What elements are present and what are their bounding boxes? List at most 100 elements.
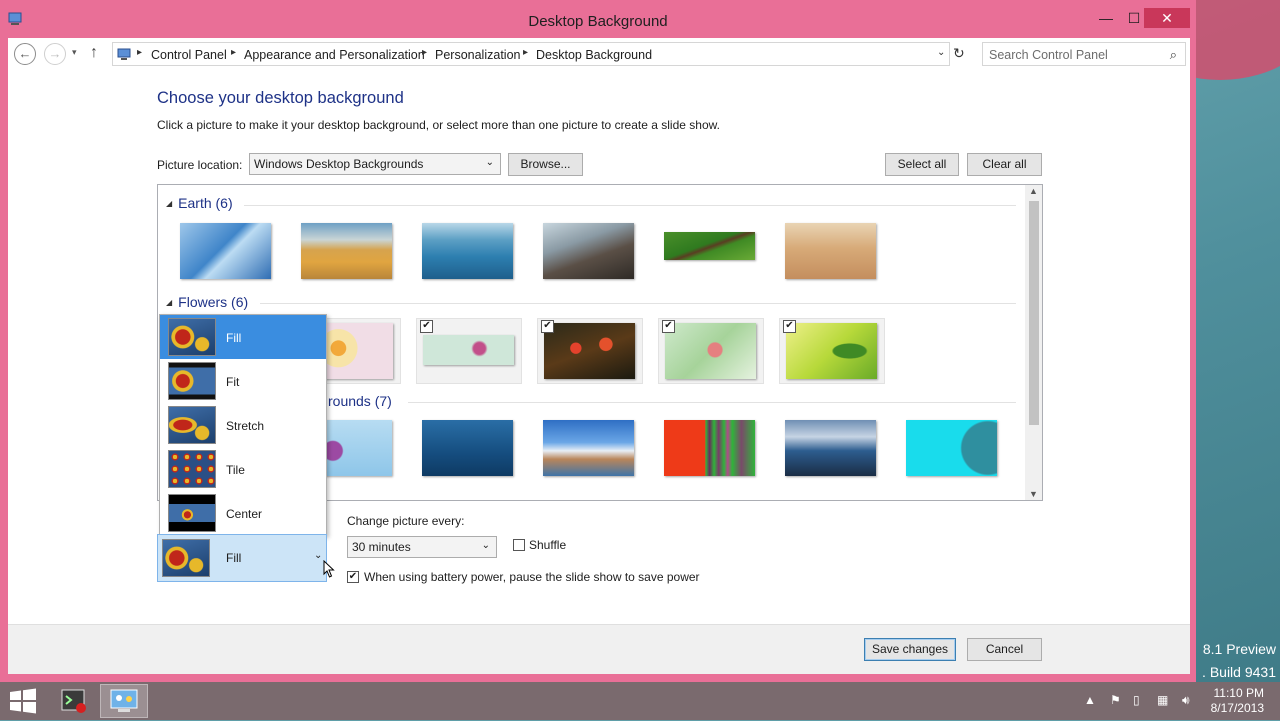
position-option-tile[interactable]: Tile bbox=[160, 447, 326, 491]
wallpaper-thumbnail[interactable] bbox=[416, 219, 522, 285]
page-description: Click a picture to make it your desktop … bbox=[157, 118, 720, 132]
picture-location-dropdown[interactable]: Windows Desktop Backgrounds ⌄ bbox=[249, 153, 501, 175]
minimize-button[interactable]: — bbox=[1092, 8, 1120, 28]
windows-start-icon[interactable] bbox=[8, 688, 38, 714]
breadcrumb-separator-icon: ▸ bbox=[137, 47, 143, 58]
search-placeholder[interactable]: Search Control Panel bbox=[989, 48, 1108, 62]
checkbox-checked[interactable]: ✔ bbox=[662, 320, 675, 333]
breadcrumb-appearance[interactable]: Appearance and Personalization bbox=[244, 48, 425, 62]
close-button[interactable]: ✕ bbox=[1144, 8, 1190, 28]
group-header-flowers[interactable]: ◢ Flowers (6) bbox=[166, 294, 248, 310]
title-bar[interactable]: Desktop Background — ☐ ✕ bbox=[0, 0, 1196, 38]
volume-icon[interactable]: 🔊︎ bbox=[1182, 693, 1190, 708]
position-option-fit[interactable]: Fit bbox=[160, 359, 326, 403]
wallpaper-image-ice bbox=[180, 223, 271, 279]
clock-time: 11:10 PM bbox=[1213, 686, 1264, 700]
select-all-button[interactable]: Select all bbox=[885, 153, 959, 176]
recent-locations-chevron-icon[interactable]: ▾ bbox=[72, 47, 77, 58]
wallpaper-image-rocks bbox=[543, 223, 634, 279]
wallpaper-thumbnail-selected[interactable]: ✔ bbox=[658, 318, 764, 384]
wallpaper-thumbnail[interactable] bbox=[537, 416, 643, 482]
collapse-triangle-icon[interactable]: ◢ bbox=[166, 199, 172, 208]
group-header-backgrounds[interactable]: rounds (7) bbox=[328, 393, 392, 409]
address-bar[interactable]: ▸ Control Panel ▸ Appearance and Persona… bbox=[112, 42, 950, 66]
shuffle-label[interactable]: Shuffle bbox=[529, 538, 566, 552]
build-watermark-line2: . Build 9431 bbox=[1202, 664, 1276, 680]
action-center-flag-icon[interactable]: ⚑ bbox=[1110, 693, 1121, 707]
wallpaper-thumbnail[interactable] bbox=[658, 219, 764, 285]
wallpaper-image-dunes bbox=[785, 223, 876, 279]
wallpaper-image-matches bbox=[664, 420, 755, 476]
search-box[interactable]: Search Control Panel ⌕ bbox=[982, 42, 1186, 66]
checkbox-checked[interactable]: ✔ bbox=[420, 320, 433, 333]
network-icon[interactable]: ▦ bbox=[1157, 693, 1168, 707]
taskbar-app-control-panel[interactable] bbox=[100, 684, 148, 718]
forward-button[interactable]: → bbox=[44, 43, 66, 65]
stretch-preview-image bbox=[168, 406, 216, 444]
window-title: Desktop Background bbox=[528, 13, 668, 30]
back-button[interactable]: ← bbox=[14, 43, 36, 65]
change-picture-label: Change picture every: bbox=[347, 514, 465, 528]
group-header-earth[interactable]: ◢ Earth (6) bbox=[166, 195, 233, 211]
power-battery-icon[interactable]: ▯ bbox=[1133, 693, 1140, 707]
breadcrumb-separator-icon: ▸ bbox=[523, 47, 529, 58]
clear-all-button[interactable]: Clear all bbox=[967, 153, 1042, 176]
page-title: Choose your desktop background bbox=[157, 89, 404, 107]
build-watermark-line1: 8.1 Preview bbox=[1202, 641, 1276, 657]
checkbox-checked[interactable]: ✔ bbox=[541, 320, 554, 333]
breadcrumb-personalization[interactable]: Personalization bbox=[435, 48, 520, 62]
breadcrumb-control-panel[interactable]: Control Panel bbox=[151, 48, 227, 62]
wallpaper-thumbnail[interactable] bbox=[537, 219, 643, 285]
picture-position-list[interactable]: Fill Fit Stretch Tile Center bbox=[159, 314, 327, 536]
wallpaper-thumbnail[interactable] bbox=[416, 416, 522, 482]
wallpaper-thumbnail-selected[interactable]: ✔ bbox=[779, 318, 885, 384]
position-option-center[interactable]: Center bbox=[160, 491, 326, 535]
taskbar-app-terminal[interactable] bbox=[50, 684, 98, 718]
group-divider bbox=[260, 303, 1016, 304]
save-changes-button[interactable]: Save changes bbox=[864, 638, 956, 661]
address-dropdown-chevron-icon[interactable]: ⌄ bbox=[937, 47, 945, 58]
control-panel-app-icon bbox=[110, 689, 138, 712]
breadcrumb-desktop-background[interactable]: Desktop Background bbox=[536, 48, 652, 62]
wallpaper-image-harbor bbox=[543, 420, 634, 476]
interval-dropdown[interactable]: 30 minutes ⌄ bbox=[347, 536, 497, 558]
tile-preview-image bbox=[168, 450, 216, 488]
collapse-triangle-icon[interactable]: ◢ bbox=[166, 298, 172, 307]
show-hidden-icons-chevron-icon[interactable]: ▲ bbox=[1084, 693, 1096, 707]
cancel-button[interactable]: Cancel bbox=[967, 638, 1042, 661]
wallpaper-thumbnail[interactable] bbox=[779, 219, 885, 285]
wallpaper-thumbnail[interactable] bbox=[658, 416, 764, 482]
position-option-stretch[interactable]: Stretch bbox=[160, 403, 326, 447]
position-option-fill[interactable]: Fill bbox=[160, 315, 326, 359]
browse-button[interactable]: Browse... bbox=[508, 153, 583, 176]
battery-pause-checkbox[interactable]: ✔ bbox=[347, 571, 359, 583]
checkbox-checked[interactable]: ✔ bbox=[783, 320, 796, 333]
shuffle-checkbox[interactable] bbox=[513, 539, 525, 551]
chevron-down-icon: ⌄ bbox=[481, 540, 490, 551]
wallpaper-image-sea bbox=[422, 223, 513, 279]
clock-date: 8/17/2013 bbox=[1210, 701, 1264, 715]
gallery-scrollbar[interactable]: ▲ ▼ bbox=[1025, 185, 1042, 500]
wallpaper-image-green-leaf bbox=[786, 323, 877, 379]
system-clock[interactable]: 11:10 PM 8/17/2013 bbox=[1211, 686, 1264, 716]
wallpaper-thumbnail[interactable] bbox=[174, 219, 280, 285]
wallpaper-thumbnail-selected[interactable]: ✔ bbox=[537, 318, 643, 384]
wallpaper-thumbnail[interactable] bbox=[779, 416, 885, 482]
group-label: Earth (6) bbox=[178, 195, 233, 211]
search-icon[interactable]: ⌕ bbox=[1170, 47, 1177, 63]
refresh-icon[interactable]: ↻ bbox=[953, 45, 965, 62]
group-divider bbox=[408, 402, 1016, 403]
position-preview-image bbox=[162, 539, 210, 577]
picture-position-value: Fill bbox=[226, 551, 242, 565]
terminal-app-icon bbox=[61, 689, 86, 713]
scroll-up-arrow-icon[interactable]: ▲ bbox=[1029, 186, 1038, 196]
battery-pause-label[interactable]: When using battery power, pause the slid… bbox=[364, 570, 700, 584]
wallpaper-thumbnail[interactable] bbox=[295, 219, 401, 285]
wallpaper-thumbnail[interactable] bbox=[900, 416, 1006, 482]
fill-preview-image bbox=[168, 318, 216, 356]
scroll-down-arrow-icon[interactable]: ▼ bbox=[1029, 489, 1038, 499]
wallpaper-thumbnail-selected[interactable]: ✔ bbox=[416, 318, 522, 384]
picture-position-dropdown[interactable]: Fill ⌄ bbox=[157, 534, 327, 582]
scrollbar-thumb[interactable] bbox=[1029, 201, 1039, 425]
up-arrow-icon[interactable]: ↑ bbox=[90, 44, 98, 62]
